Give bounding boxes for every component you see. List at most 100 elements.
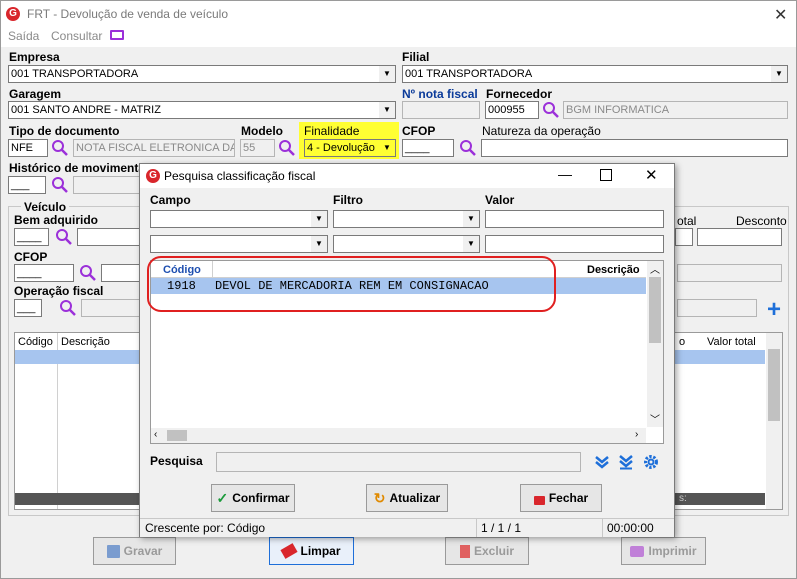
- grid-hscrollbar[interactable]: ‹ ›: [151, 428, 646, 443]
- chevron-down-icon[interactable]: ▼: [379, 66, 395, 82]
- valor-input-2[interactable]: [485, 235, 664, 253]
- garagem-select[interactable]: 001 SANTO ANDRE - MATRIZ ▼: [8, 101, 396, 119]
- menu-saida[interactable]: Saída: [8, 29, 39, 43]
- filial-select[interactable]: 001 TRANSPORTADORA ▼: [402, 65, 788, 83]
- operacao-label: Operação fiscal: [14, 284, 104, 298]
- tipo-documento-code-value: NFE: [11, 142, 33, 154]
- bem-desc-input: [77, 228, 143, 246]
- total-label: otal: [677, 214, 697, 228]
- nota-fiscal-input[interactable]: [402, 101, 480, 119]
- fornecedor-code-value: 000955: [488, 104, 525, 116]
- minimize-icon[interactable]: —: [558, 166, 572, 182]
- atualizar-button[interactable]: ↻ Atualizar: [366, 484, 448, 512]
- campo-select-1[interactable]: ▼: [150, 210, 328, 228]
- scroll-thumb[interactable]: [768, 349, 780, 421]
- close-icon[interactable]: ✕: [774, 5, 787, 25]
- historico-input[interactable]: ___: [8, 176, 46, 194]
- grid-col-descricao[interactable]: Descrição: [61, 336, 110, 348]
- dialog-title: Pesquisa classificação fiscal: [164, 169, 316, 183]
- cfop-input[interactable]: ____: [402, 139, 454, 157]
- fornecedor-name-input: BGM INFORMATICA: [563, 101, 788, 119]
- imprimir-button[interactable]: Imprimir: [621, 537, 706, 565]
- chevron-down-icon[interactable]: ▼: [379, 140, 395, 156]
- chevron-down-icon[interactable]: ▼: [463, 236, 479, 252]
- cfop2-input[interactable]: ____: [14, 264, 74, 282]
- cfop-label: CFOP: [402, 124, 436, 138]
- search-icon[interactable]: [79, 264, 97, 282]
- chevron-down-icon[interactable]: ﹀: [650, 411, 660, 426]
- chevron-right-icon[interactable]: ›: [635, 429, 638, 440]
- operacao-right-field: [677, 299, 757, 317]
- filial-value: 001 TRANSPORTADORA: [405, 68, 533, 80]
- operacao-input[interactable]: ___: [14, 299, 42, 317]
- monitor-icon[interactable]: [110, 30, 124, 40]
- scroll-thumb[interactable]: [649, 277, 661, 343]
- scroll-bottom-icon[interactable]: [618, 454, 634, 470]
- nota-fiscal-label: Nº nota fiscal: [402, 87, 478, 101]
- search-icon[interactable]: [459, 139, 477, 157]
- search-icon[interactable]: [542, 101, 560, 119]
- grid-scrollbar[interactable]: [766, 333, 782, 509]
- garagem-label: Garagem: [9, 87, 62, 101]
- search-icon[interactable]: [51, 176, 69, 194]
- chevron-left-icon[interactable]: ‹: [154, 429, 157, 440]
- add-button[interactable]: +: [763, 298, 785, 322]
- chevron-up-icon[interactable]: ︿: [650, 261, 660, 276]
- limpar-button[interactable]: Limpar: [269, 537, 354, 565]
- search-icon[interactable]: [278, 139, 296, 157]
- hscroll-thumb[interactable]: [167, 430, 187, 441]
- grid-col-o[interactable]: o: [679, 336, 685, 348]
- search-icon[interactable]: [51, 139, 69, 157]
- tipo-documento-code-input[interactable]: NFE: [8, 139, 48, 157]
- gravar-button[interactable]: Gravar: [93, 537, 176, 565]
- printer-icon: [630, 545, 645, 557]
- finalidade-label: Finalidade: [304, 124, 360, 138]
- modelo-label: Modelo: [241, 124, 283, 138]
- filtro-select-2[interactable]: ▼: [333, 235, 480, 253]
- chevron-down-icon[interactable]: ▼: [463, 211, 479, 227]
- tipo-documento-label: Tipo de documento: [9, 124, 120, 138]
- desconto-label: Desconto: [736, 214, 787, 228]
- excluir-button[interactable]: Excluir: [445, 537, 529, 565]
- trash-icon: [459, 544, 470, 558]
- grid-col-descricao[interactable]: Descrição: [587, 264, 640, 276]
- desconto-input[interactable]: [697, 228, 782, 246]
- chevron-down-icon[interactable]: ▼: [771, 66, 787, 82]
- campo-select-2[interactable]: ▼: [150, 235, 328, 253]
- chevron-down-icon[interactable]: ▼: [379, 102, 395, 118]
- title-bar: G FRT - Devolução de venda de veículo ✕: [1, 1, 796, 27]
- natureza-input[interactable]: [481, 139, 788, 157]
- valor-label: Valor: [485, 193, 515, 207]
- fechar-button[interactable]: Fechar: [520, 484, 602, 512]
- status-divider: [476, 519, 477, 537]
- gear-icon[interactable]: [643, 454, 659, 470]
- search-icon[interactable]: [55, 228, 73, 246]
- close-icon[interactable]: ✕: [645, 166, 658, 184]
- imprimir-label: Imprimir: [648, 544, 697, 558]
- chevron-down-icon[interactable]: ▼: [311, 236, 327, 252]
- cfop2-desc-input: [101, 264, 143, 282]
- confirmar-button[interactable]: ✓ Confirmar: [211, 484, 295, 512]
- cfop2-value: ____: [17, 267, 42, 279]
- expand-down-icon[interactable]: [594, 454, 610, 470]
- filtro-select-1[interactable]: ▼: [333, 210, 480, 228]
- fornecedor-code-input[interactable]: 000955: [485, 101, 539, 119]
- menu-consultar[interactable]: Consultar: [51, 29, 102, 43]
- grid-col-codigo[interactable]: Código: [18, 336, 53, 348]
- fechar-label: Fechar: [548, 491, 589, 505]
- search-icon[interactable]: [59, 299, 77, 317]
- finalidade-value: 4 - Devolução: [307, 142, 375, 154]
- pesquisa-input[interactable]: [216, 452, 581, 472]
- chevron-down-icon[interactable]: ▼: [311, 211, 327, 227]
- grid-vscrollbar[interactable]: ︿ ﹀: [647, 261, 663, 427]
- total-input[interactable]: [675, 228, 693, 246]
- bem-input[interactable]: ____: [14, 228, 49, 246]
- modelo-input[interactable]: 55: [240, 139, 275, 157]
- maximize-icon[interactable]: [600, 169, 612, 181]
- finalidade-select[interactable]: 4 - Devolução ▼: [304, 139, 396, 157]
- valor-input-1[interactable]: [485, 210, 664, 228]
- historico-label: Histórico de movimenta: [9, 161, 146, 175]
- annotation-highlight: [147, 256, 556, 312]
- grid-col-valor-total[interactable]: Valor total: [707, 336, 756, 348]
- empresa-select[interactable]: 001 TRANSPORTADORA ▼: [8, 65, 396, 83]
